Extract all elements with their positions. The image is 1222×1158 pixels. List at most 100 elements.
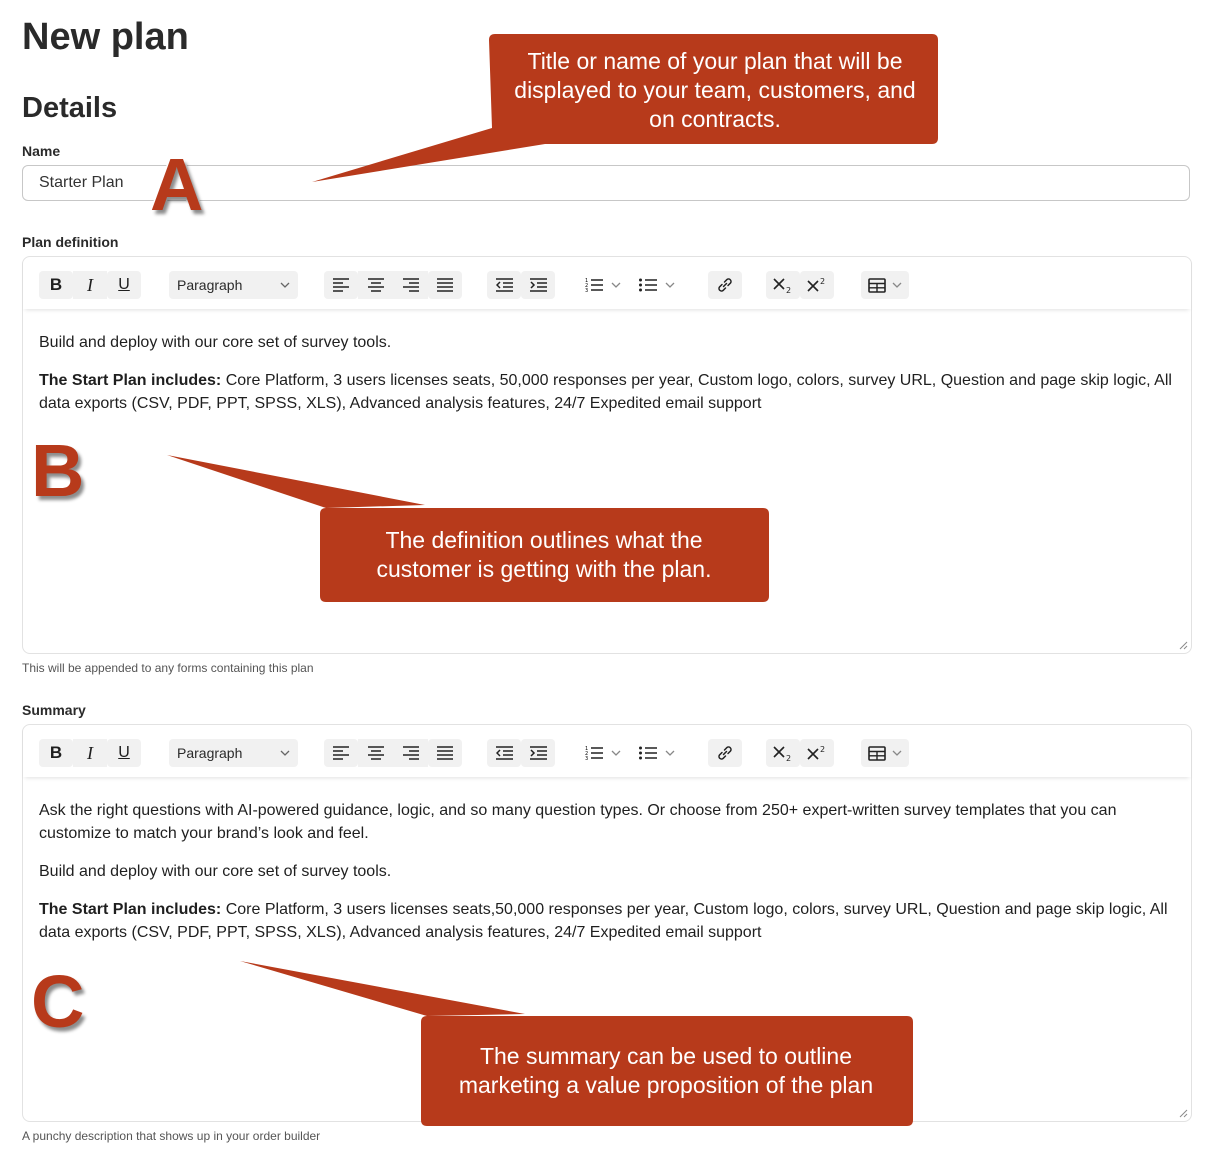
bullet-list-button[interactable] [639,271,687,299]
align-left-button[interactable] [324,271,358,299]
block-format-select[interactable]: Paragraph [169,271,298,299]
indent-icon [529,278,547,292]
link-button[interactable] [708,739,742,767]
editor-toolbar: B I U Paragraph 123 2 2 [23,725,1191,777]
content-paragraph: Ask the right questions with AI-powered … [39,799,1175,845]
align-center-button[interactable] [358,271,393,299]
link-button[interactable] [708,271,742,299]
bold-button[interactable]: B [39,739,73,767]
underline-icon: U [118,744,130,761]
superscript-icon: 2 [807,277,825,292]
chevron-down-icon [611,282,621,288]
plan-definition-helper: This will be appended to any forms conta… [22,661,314,675]
indent-button[interactable] [521,739,555,767]
content-paragraph: Build and deploy with our core set of su… [39,860,1175,883]
content-paragraph-bold: The Start Plan includes: [39,372,222,389]
plan-definition-content[interactable]: Build and deploy with our core set of su… [23,309,1191,415]
outdent-button[interactable] [487,739,521,767]
section-title: Details [22,92,118,124]
chevron-down-icon [665,750,675,756]
block-format-value: Paragraph [177,277,243,293]
badge-c: C [29,960,85,1043]
callout-b-text: The definition outlines what the custome… [376,527,712,582]
outdent-icon [495,278,513,292]
summary-content[interactable]: Ask the right questions with AI-powered … [23,777,1191,944]
underline-button[interactable]: U [107,739,141,767]
chevron-down-icon [892,282,902,288]
content-paragraph-text: Ask the right questions with AI-powered … [39,802,1117,842]
link-icon [718,278,732,292]
align-justify-icon [437,278,453,292]
content-paragraph-text: Build and deploy with our core set of su… [39,334,392,351]
italic-icon: I [87,274,93,295]
plan-definition-label: Plan definition [22,234,119,250]
content-paragraph-bold: The Start Plan includes: [39,901,222,918]
badge-b: B [29,429,85,512]
block-format-value: Paragraph [177,745,243,761]
summary-helper: A punchy description that shows up in yo… [22,1129,321,1143]
table-button[interactable] [861,271,909,299]
svg-text:3: 3 [585,288,588,293]
align-left-icon [333,278,349,292]
content-paragraph-text: Build and deploy with our core set of su… [39,863,392,880]
numbered-list-button[interactable]: 123 [585,271,633,299]
table-button[interactable] [861,739,909,767]
link-icon [718,746,732,760]
block-format-select[interactable]: Paragraph [169,739,298,767]
numbered-list-icon: 123 [585,746,603,761]
svg-text:2: 2 [786,286,791,294]
bold-icon: B [49,743,63,762]
indent-icon [529,746,547,760]
callout-a-text: Title or name of your plan that will be … [514,47,916,132]
editor-toolbar: B I U Paragraph 123 2 2 [23,257,1191,309]
bullet-list-icon [639,278,657,292]
numbered-list-icon: 123 [585,278,603,293]
superscript-button[interactable]: 2 [800,739,834,767]
align-right-icon [402,278,419,292]
superscript-button[interactable]: 2 [800,271,834,299]
bold-button[interactable]: B [39,271,73,299]
callout-c-text: The summary can be used to outline marke… [458,1043,874,1098]
chevron-down-icon [892,750,902,756]
align-center-icon [367,746,384,760]
table-icon [868,277,886,293]
content-paragraph: Build and deploy with our core set of su… [39,331,1175,354]
underline-icon: U [118,276,130,293]
align-center-icon [367,278,384,292]
subscript-button[interactable]: 2 [766,739,800,767]
subscript-button[interactable]: 2 [766,271,800,299]
content-paragraph: The Start Plan includes: Core Platform, … [39,898,1175,944]
resize-grip-icon[interactable] [1179,641,1188,650]
italic-button[interactable]: I [73,271,107,299]
italic-icon: I [87,742,93,763]
chevron-down-icon [611,750,621,756]
svg-text:2: 2 [786,754,791,762]
chevron-down-icon [280,282,290,288]
align-right-button[interactable] [393,271,428,299]
svg-text:2: 2 [820,745,825,754]
align-center-button[interactable] [358,739,393,767]
align-justify-icon [437,746,453,760]
badge-a: A [148,143,204,226]
align-right-button[interactable] [393,739,428,767]
table-icon [868,745,886,761]
outdent-button[interactable] [487,271,521,299]
svg-text:3: 3 [585,756,588,761]
align-left-icon [333,746,349,760]
chevron-down-icon [280,750,290,756]
align-justify-button[interactable] [428,739,462,767]
resize-grip-icon[interactable] [1179,1109,1188,1118]
indent-button[interactable] [521,271,555,299]
align-left-button[interactable] [324,739,358,767]
content-paragraph: The Start Plan includes: Core Platform, … [39,369,1175,415]
bullet-list-button[interactable] [639,739,687,767]
numbered-list-button[interactable]: 123 [585,739,633,767]
align-justify-button[interactable] [428,271,462,299]
underline-button[interactable]: U [107,271,141,299]
italic-button[interactable]: I [73,739,107,767]
align-right-icon [402,746,419,760]
bullet-list-icon [639,746,657,760]
page-title: New plan [22,16,189,58]
svg-text:2: 2 [820,277,825,286]
bold-icon: B [49,275,63,294]
